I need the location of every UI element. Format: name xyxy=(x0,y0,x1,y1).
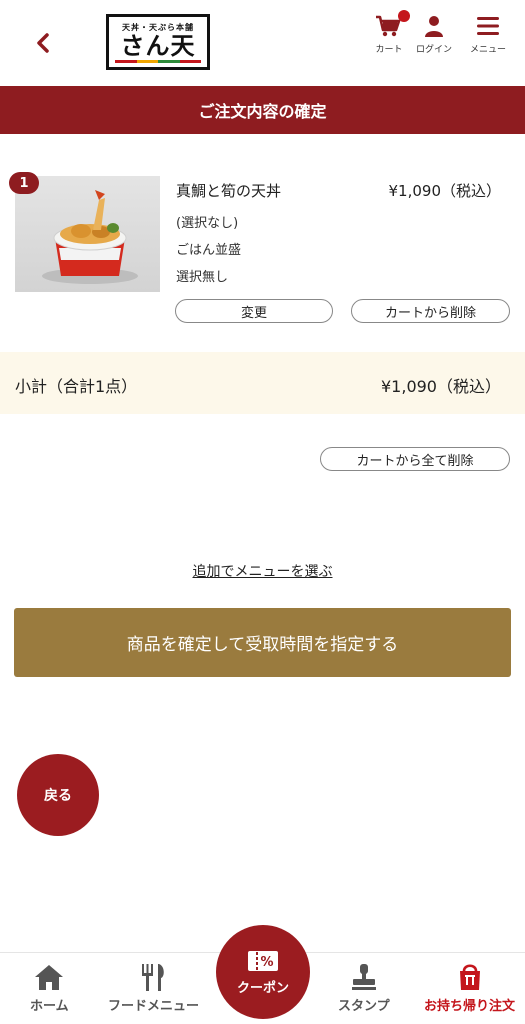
fork-knife-icon xyxy=(141,964,164,991)
item-photo xyxy=(15,176,160,292)
brand-logo[interactable]: 天丼・天ぷら本舗 さん天 xyxy=(106,14,210,70)
nav-stamp[interactable]: スタンプ xyxy=(338,963,390,1014)
nav-takeout[interactable]: お持ち帰り注文 xyxy=(424,963,515,1014)
item-name: 真鯛と筍の天丼 xyxy=(176,182,282,200)
nav-stamp-label: スタンプ xyxy=(338,999,390,1014)
item-option: 選択無し xyxy=(176,270,229,285)
page-title: ご注文内容の確定 xyxy=(0,86,525,134)
menu-label: メニュー xyxy=(470,45,507,55)
cart-button[interactable]: カート xyxy=(374,10,410,55)
svg-text:%: % xyxy=(260,955,273,970)
app-header: 天丼・天ぷら本舗 さん天 カート ログイン メニュー xyxy=(0,0,525,86)
subtotal-value: ¥1,090（税込） xyxy=(381,377,501,396)
chevron-left-icon xyxy=(37,33,49,53)
logo-text: さん天 xyxy=(120,31,196,60)
add-menu-link[interactable]: 追加でメニューを選ぶ xyxy=(0,561,525,581)
user-icon xyxy=(425,16,443,37)
takeout-bag-icon xyxy=(459,964,480,990)
home-icon xyxy=(35,965,64,990)
nav-home[interactable]: ホーム xyxy=(30,963,69,1014)
nav-home-label: ホーム xyxy=(30,999,69,1014)
bottom-nav: ホーム フードメニュー % クーポン スタンプ お持ち帰り注文 xyxy=(0,925,525,1024)
back-button[interactable]: 戻る xyxy=(17,754,99,836)
nav-coupon[interactable]: % クーポン xyxy=(216,925,310,1019)
hamburger-menu-icon xyxy=(477,17,499,35)
coupon-icon: % xyxy=(248,950,278,971)
nav-takeout-label: お持ち帰り注文 xyxy=(424,999,516,1014)
remove-item-button[interactable]: カートから削除 xyxy=(351,299,510,323)
remove-all-button[interactable]: カートから全て削除 xyxy=(320,447,510,471)
nav-food-menu-label: フードメニュー xyxy=(108,999,200,1014)
change-item-button[interactable]: 変更 xyxy=(175,299,333,323)
stamp-icon xyxy=(351,964,376,990)
item-option: ごはん並盛 xyxy=(176,243,242,258)
cart-badge xyxy=(398,10,410,22)
logo-color-bar xyxy=(115,60,201,63)
nav-food-menu[interactable]: フードメニュー xyxy=(108,963,199,1014)
confirm-order-button[interactable]: 商品を確定して受取時間を指定する xyxy=(14,608,511,677)
tendon-bowl-image xyxy=(42,190,138,284)
login-button[interactable]: ログイン xyxy=(416,14,452,55)
menu-button[interactable]: メニュー xyxy=(470,14,506,55)
cart-label: カート xyxy=(375,45,403,55)
subtotal-label: 小計（合計1点） xyxy=(15,377,138,396)
login-label: ログイン xyxy=(416,45,453,55)
item-index-badge: 1 xyxy=(9,172,39,194)
item-price: ¥1,090（税込） xyxy=(388,182,502,200)
back-arrow-button[interactable] xyxy=(28,28,58,58)
nav-coupon-label: クーポン xyxy=(236,980,289,996)
subtotal-row: 小計（合計1点） ¥1,090（税込） xyxy=(0,352,525,414)
item-option: (選択なし) xyxy=(176,216,239,231)
